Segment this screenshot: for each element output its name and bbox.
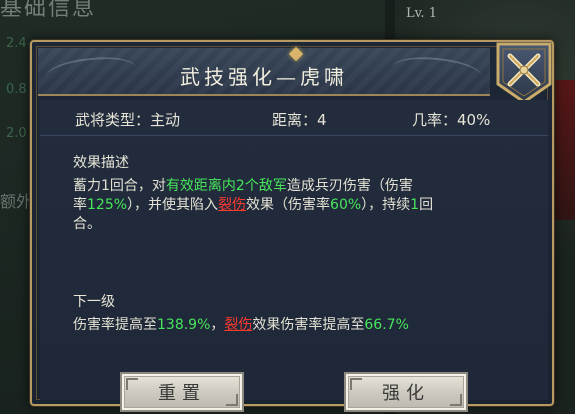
skill-range-value: 4 xyxy=(317,111,327,129)
effect-text: 回 xyxy=(419,197,434,213)
reset-button[interactable]: 重置 xyxy=(120,372,244,412)
effect-line: 合。 xyxy=(73,215,523,234)
status-link-laceration[interactable]: 裂伤 xyxy=(218,197,246,213)
status-link-laceration[interactable]: 裂伤 xyxy=(224,317,252,333)
skill-chance-value: 40% xyxy=(457,111,491,129)
next-level-description: 伤害率提高至138.9%，裂伤效果伤害率提高至66.7% xyxy=(73,316,523,335)
effect-target-highlight: 有效距离内2个敌军 xyxy=(165,178,287,194)
effect-text: 率 xyxy=(73,197,87,213)
diamond-ornament-icon xyxy=(288,46,304,62)
effect-line: 率125%），并使其陷入裂伤效果（伤害率60%），持续1回 xyxy=(73,196,523,215)
effect-text: 造成兵刃伤害（伤害 xyxy=(286,178,413,194)
skill-range-label: 距离： xyxy=(272,111,318,129)
next-status-damage-rate-value: 66.7% xyxy=(364,317,409,333)
next-damage-rate-value: 138.9% xyxy=(157,317,211,333)
skill-info-row: 武将类型：主动 距离：4 几率：40% xyxy=(40,100,548,136)
crossed-blades-close-icon xyxy=(496,42,552,104)
skill-type-value: 主动 xyxy=(150,111,181,129)
effect-text: ），持续 xyxy=(361,197,411,213)
effect-description: 蓄力1回合，对有效距离内2个敌军造成兵刃伤害（伤害 率125%），并使其陷入裂伤… xyxy=(73,177,523,234)
skill-type-label: 武将类型：主动 xyxy=(75,109,180,130)
skill-type-label-text: 武将类型： xyxy=(75,111,151,129)
effect-heading: 效果描述 xyxy=(73,155,129,171)
skill-upgrade-dialog: 武技强化—虎啸 武将类型：主动 距离：4 几率：40% 效果描述 蓄力1回合，对… xyxy=(30,40,554,412)
next-level-text: ， xyxy=(210,317,225,333)
next-level-heading: 下一级 xyxy=(73,294,115,310)
skill-chance-label: 几率： xyxy=(412,111,458,129)
upgrade-button[interactable]: 强化 xyxy=(344,372,468,412)
dialog-content: 武将类型：主动 距离：4 几率：40% 效果描述 蓄力1回合，对有效距离内2个敌… xyxy=(40,100,548,412)
dialog-header: 武技强化—虎啸 xyxy=(38,46,490,96)
effect-text: 合。 xyxy=(73,216,101,232)
next-level-text: 伤害率提高至 xyxy=(73,317,157,333)
effect-line: 蓄力1回合，对有效距离内2个敌军造成兵刃伤害（伤害 xyxy=(73,177,523,196)
skill-range: 距离：4 xyxy=(272,109,327,130)
effect-text: 蓄力1回合，对 xyxy=(73,178,166,194)
duration-value: 1 xyxy=(410,197,420,213)
dialog-title: 武技强化—虎啸 xyxy=(180,65,348,89)
effect-text: 效果（伤害率 xyxy=(246,197,331,213)
skill-chance: 几率：40% xyxy=(412,109,490,130)
effect-text: ），并使其陷入 xyxy=(127,197,219,213)
close-button[interactable] xyxy=(494,40,554,106)
next-level-text: 效果伤害率提高至 xyxy=(252,317,365,333)
damage-rate-value: 125% xyxy=(87,197,128,213)
status-damage-rate-value: 60% xyxy=(330,197,362,213)
